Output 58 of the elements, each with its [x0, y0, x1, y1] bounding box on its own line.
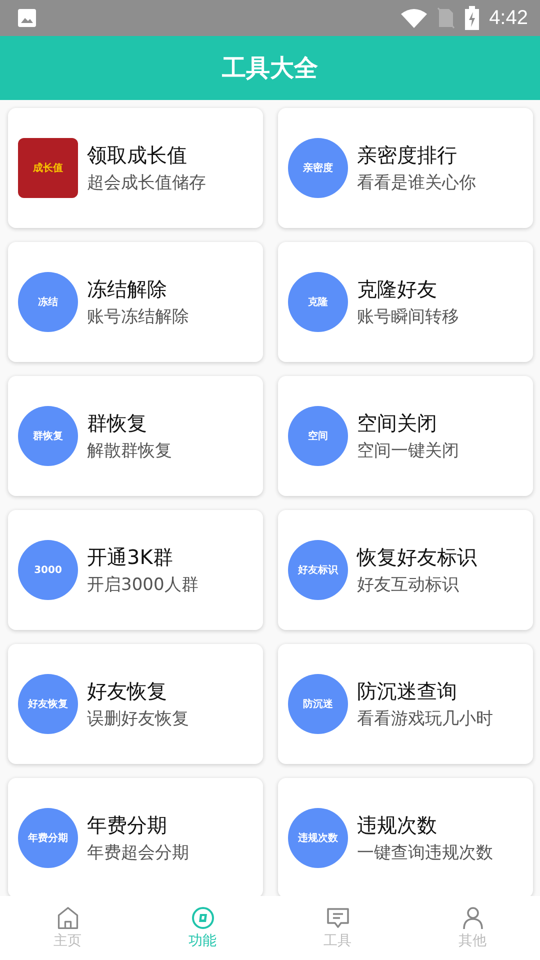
tool-badge-icon: 冻结 — [18, 272, 78, 332]
tool-subtitle: 看看是谁关心你 — [357, 172, 476, 194]
tool-card[interactable]: 好友标识 恢复好友标识 好友互动标识 — [278, 510, 533, 630]
tool-title: 群恢复 — [87, 410, 148, 437]
tool-title: 恢复好友标识 — [357, 544, 477, 571]
tool-subtitle: 开启3000人群 — [87, 574, 198, 596]
tool-subtitle: 账号瞬间转移 — [357, 306, 459, 328]
tool-badge-icon: 违规次数 — [288, 808, 348, 868]
tool-card[interactable]: 年费分期 年费分期 年费超会分期 — [8, 778, 263, 896]
tool-card[interactable]: 3000 开通3K群 开启3000人群 — [8, 510, 263, 630]
tool-title: 领取成长值 — [87, 142, 188, 169]
tool-title: 空间关闭 — [357, 410, 438, 437]
tool-badge-icon: 好友恢复 — [18, 674, 78, 734]
tool-badge-icon: 成长值 — [18, 138, 78, 198]
tool-badge-icon: 好友标识 — [288, 540, 348, 600]
tool-card[interactable]: 群恢复 群恢复 解散群恢复 — [8, 376, 263, 496]
tool-subtitle: 空间一键关闭 — [357, 440, 459, 462]
tool-title: 违规次数 — [357, 812, 438, 839]
clock-time: 4:42 — [489, 6, 528, 30]
tool-card[interactable]: 空间 空间关闭 空间一键关闭 — [278, 376, 533, 496]
wifi-icon — [401, 8, 428, 28]
tool-badge-icon: 3000 — [18, 540, 78, 600]
tool-subtitle: 一键查询违规次数 — [357, 842, 493, 864]
tool-badge-icon: 亲密度 — [288, 138, 348, 198]
tool-subtitle: 解散群恢复 — [87, 440, 172, 462]
battery-charging-icon — [465, 6, 480, 30]
compass-icon — [190, 906, 214, 930]
tool-card[interactable]: 克隆 克隆好友 账号瞬间转移 — [278, 242, 533, 362]
tool-subtitle: 超会成长值储存 — [87, 172, 206, 194]
page-title: 工具大全 — [222, 53, 318, 84]
tool-card[interactable]: 好友恢复 好友恢复 误删好友恢复 — [8, 644, 263, 764]
person-icon — [460, 906, 484, 930]
tool-title: 开通3K群 — [87, 544, 174, 571]
tool-subtitle: 看看游戏玩几小时 — [357, 708, 493, 730]
tool-title: 防沉迷查询 — [357, 678, 458, 705]
tool-card[interactable]: 亲密度 亲密度排行 看看是谁关心你 — [278, 108, 533, 228]
tool-badge-icon: 空间 — [288, 406, 348, 466]
tool-subtitle: 好友互动标识 — [357, 574, 460, 596]
tool-badge-icon: 克隆 — [288, 272, 348, 332]
tool-title: 年费分期 — [87, 812, 168, 839]
tool-title: 克隆好友 — [357, 276, 438, 303]
tool-badge-icon: 群恢复 — [18, 406, 78, 466]
tool-title: 好友恢复 — [87, 678, 168, 705]
tool-card[interactable]: 冻结 冻结解除 账号冻结解除 — [8, 242, 263, 362]
tool-title: 冻结解除 — [87, 276, 168, 303]
tool-subtitle: 账号冻结解除 — [87, 306, 189, 328]
tool-card[interactable]: 成长值 领取成长值 超会成长值储存 — [8, 108, 263, 228]
tool-badge-icon: 防沉迷 — [288, 674, 348, 734]
home-icon — [56, 906, 80, 930]
image-icon — [17, 8, 37, 28]
tool-card[interactable]: 防沉迷 防沉迷查询 看看游戏玩几小时 — [278, 644, 533, 764]
tool-subtitle: 年费超会分期 — [87, 842, 189, 864]
tool-badge-icon: 年费分期 — [18, 808, 78, 868]
tool-title: 亲密度排行 — [357, 142, 458, 169]
no-sim-icon — [437, 7, 456, 29]
message-icon — [326, 906, 350, 930]
tool-subtitle: 误删好友恢复 — [87, 708, 189, 730]
tool-card[interactable]: 违规次数 违规次数 一键查询违规次数 — [278, 778, 533, 896]
